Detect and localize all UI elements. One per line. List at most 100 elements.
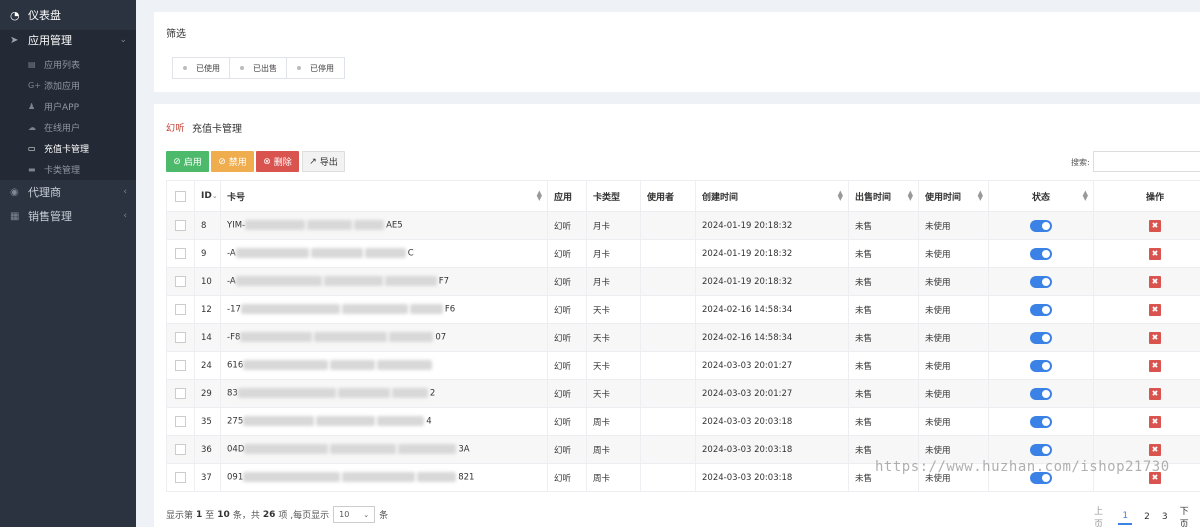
row-select-cell[interactable] xyxy=(166,211,195,240)
delete-row-icon[interactable]: ✖ xyxy=(1149,359,1161,372)
chevron-left-icon: ‹ xyxy=(123,211,127,221)
filter-sold[interactable]: 已出售 xyxy=(229,57,288,79)
row-checkbox[interactable] xyxy=(175,304,186,315)
page-button[interactable]: 3 xyxy=(1162,512,1168,522)
col-header-card-no[interactable]: 卡号 ▲ ▼ xyxy=(220,180,548,212)
table-row[interactable]: 14 -F8 07 幻听 天卡 2024-02-16 14:58:34 未售 未使用 ✖ xyxy=(166,323,1200,352)
delete-button[interactable]: ⊗ 删除 xyxy=(256,151,299,172)
row-select-cell[interactable] xyxy=(166,267,195,296)
select-all-cell[interactable] xyxy=(166,180,195,212)
page-size-select[interactable]: 10 ⌄ xyxy=(333,506,376,523)
sidebar-item-card-management[interactable]: ▭ 充值卡管理 xyxy=(0,138,136,159)
row-select-cell[interactable] xyxy=(166,463,195,492)
row-checkbox[interactable] xyxy=(175,276,186,287)
status-toggle[interactable] xyxy=(1030,219,1052,232)
col-header-created[interactable]: 创建时间 ▲ ▼ xyxy=(695,180,849,212)
row-checkbox[interactable] xyxy=(175,416,186,427)
cell-card-no: 04D 3A xyxy=(220,435,548,464)
status-toggle[interactable] xyxy=(1030,387,1052,400)
cell-app: 幻听 xyxy=(547,463,587,492)
status-toggle[interactable] xyxy=(1030,247,1052,260)
row-checkbox[interactable] xyxy=(175,332,186,343)
col-header-used-time[interactable]: 使用时间 ▲ ▼ xyxy=(918,180,989,212)
chevron-left-icon: ‹ xyxy=(123,187,127,197)
redacted-block xyxy=(245,220,306,231)
status-toggle[interactable] xyxy=(1030,359,1052,372)
row-select-cell[interactable] xyxy=(166,323,195,352)
sidebar-item-sales[interactable]: ▦ 销售管理 ‹ xyxy=(0,204,136,228)
redacted-block xyxy=(330,360,376,371)
row-checkbox[interactable] xyxy=(175,360,186,371)
delete-row-icon[interactable]: ✖ xyxy=(1149,331,1161,344)
table-row[interactable]: 29 83 2 幻听 天卡 2024-03-03 20:01:27 未售 未使用 ✖ xyxy=(166,379,1200,408)
disable-button[interactable]: ⊘ 禁用 xyxy=(211,151,254,172)
select-all-checkbox[interactable] xyxy=(175,190,186,202)
delete-row-icon[interactable]: ✖ xyxy=(1149,415,1161,428)
status-toggle[interactable] xyxy=(1030,331,1052,344)
delete-row-icon[interactable]: ✖ xyxy=(1149,443,1161,456)
sidebar-item-agent[interactable]: ◉ 代理商 ‹ xyxy=(0,180,136,204)
status-toggle[interactable] xyxy=(1030,303,1052,316)
sidebar-item-online-users[interactable]: ☁ 在线用户 xyxy=(0,117,136,138)
row-checkbox[interactable] xyxy=(175,248,186,259)
card-no-tail: 2 xyxy=(429,388,436,399)
page-button[interactable]: 1 xyxy=(1118,511,1133,525)
export-button[interactable]: ↗ 导出 xyxy=(302,151,345,172)
app-logo: 幻听 xyxy=(166,124,186,134)
delete-row-icon[interactable]: ✖ xyxy=(1149,303,1161,316)
sidebar-group-app-management[interactable]: ➤ 应用管理 ⌄ xyxy=(0,30,136,50)
sidebar-item-dashboard[interactable]: ◔ 仪表盘 xyxy=(0,0,136,30)
table-row[interactable]: 8 YIM- AE5 幻听 月卡 2024-01-19 20:18:32 未售 未使用 ✖ xyxy=(166,211,1200,240)
table-row[interactable]: 35 275 4 幻听 周卡 2024-03-03 20:03:18 未售 未使用 ✖ xyxy=(166,407,1200,436)
status-toggle[interactable] xyxy=(1030,275,1052,288)
table-row[interactable]: 10 -A F7 幻听 月卡 2024-01-19 20:18:32 未售 未使用 ✖ xyxy=(166,267,1200,296)
table-row[interactable]: 24 616 幻听 天卡 2024-03-03 20:01:27 未售 未使用 ✖ xyxy=(166,351,1200,380)
row-checkbox[interactable] xyxy=(175,388,186,399)
cell-app: 幻听 xyxy=(547,379,587,408)
cell-created: 2024-03-03 20:03:18 xyxy=(695,407,849,436)
row-select-cell[interactable] xyxy=(166,295,195,324)
cell-user xyxy=(640,435,696,464)
cell-status xyxy=(988,379,1094,408)
sidebar-item-add-app[interactable]: G+ 添加应用 xyxy=(0,75,136,96)
delete-row-icon[interactable]: ✖ xyxy=(1149,247,1161,260)
status-toggle[interactable] xyxy=(1030,415,1052,428)
button-label: 启用 xyxy=(183,158,202,168)
sidebar-item-card-type-management[interactable]: ▬ 卡类管理 xyxy=(0,159,136,180)
row-checkbox[interactable] xyxy=(175,220,186,231)
chevron-down-icon: ⌄ xyxy=(363,510,370,519)
delete-row-icon[interactable]: ✖ xyxy=(1149,275,1161,288)
external-link-icon: ↗ xyxy=(309,156,317,167)
row-checkbox[interactable] xyxy=(175,444,186,455)
search-input[interactable] xyxy=(1093,151,1200,172)
enable-button[interactable]: ⊘ 启用 xyxy=(166,151,209,172)
page-button[interactable]: 2 xyxy=(1144,512,1150,522)
cell-card-type: 周卡 xyxy=(586,463,641,492)
redacted-block xyxy=(364,248,406,259)
cell-used: 未使用 xyxy=(918,211,989,240)
cell-created: 2024-03-03 20:03:18 xyxy=(695,435,849,464)
filter-disabled[interactable]: 已停用 xyxy=(286,57,345,79)
col-header-sold-time[interactable]: 出售时间 ▲ ▼ xyxy=(848,180,919,212)
delete-row-icon[interactable]: ✖ xyxy=(1149,219,1161,232)
redacted-block xyxy=(307,220,353,231)
table-row[interactable]: 12 -17 F6 幻听 天卡 2024-02-16 14:58:34 未售 未使用 ✖ xyxy=(166,295,1200,324)
cell-status xyxy=(988,267,1094,296)
status-toggle[interactable] xyxy=(1030,443,1052,456)
delete-row-icon[interactable]: ✖ xyxy=(1149,387,1161,400)
col-header-status[interactable]: 状态 ▲ ▼ xyxy=(988,180,1094,212)
row-select-cell[interactable] xyxy=(166,407,195,436)
cell-action: ✖ xyxy=(1093,211,1200,240)
sidebar-item-app-list[interactable]: ▤ 应用列表 xyxy=(0,54,136,75)
row-select-cell[interactable] xyxy=(166,351,195,380)
row-select-cell[interactable] xyxy=(166,239,195,268)
sidebar-item-user-app[interactable]: ♟ 用户APP xyxy=(0,96,136,117)
next-page-button[interactable]: 下页 xyxy=(1180,504,1192,527)
col-header-id[interactable]: ID⌄ xyxy=(194,180,221,212)
row-select-cell[interactable] xyxy=(166,435,195,464)
filter-used[interactable]: 已使用 xyxy=(172,57,231,79)
row-select-cell[interactable] xyxy=(166,379,195,408)
row-checkbox[interactable] xyxy=(175,472,186,483)
table-row[interactable]: 9 -A C 幻听 月卡 2024-01-19 20:18:32 未售 未使用 ✖ xyxy=(166,239,1200,268)
prev-page-button[interactable]: 上页 xyxy=(1094,504,1106,527)
